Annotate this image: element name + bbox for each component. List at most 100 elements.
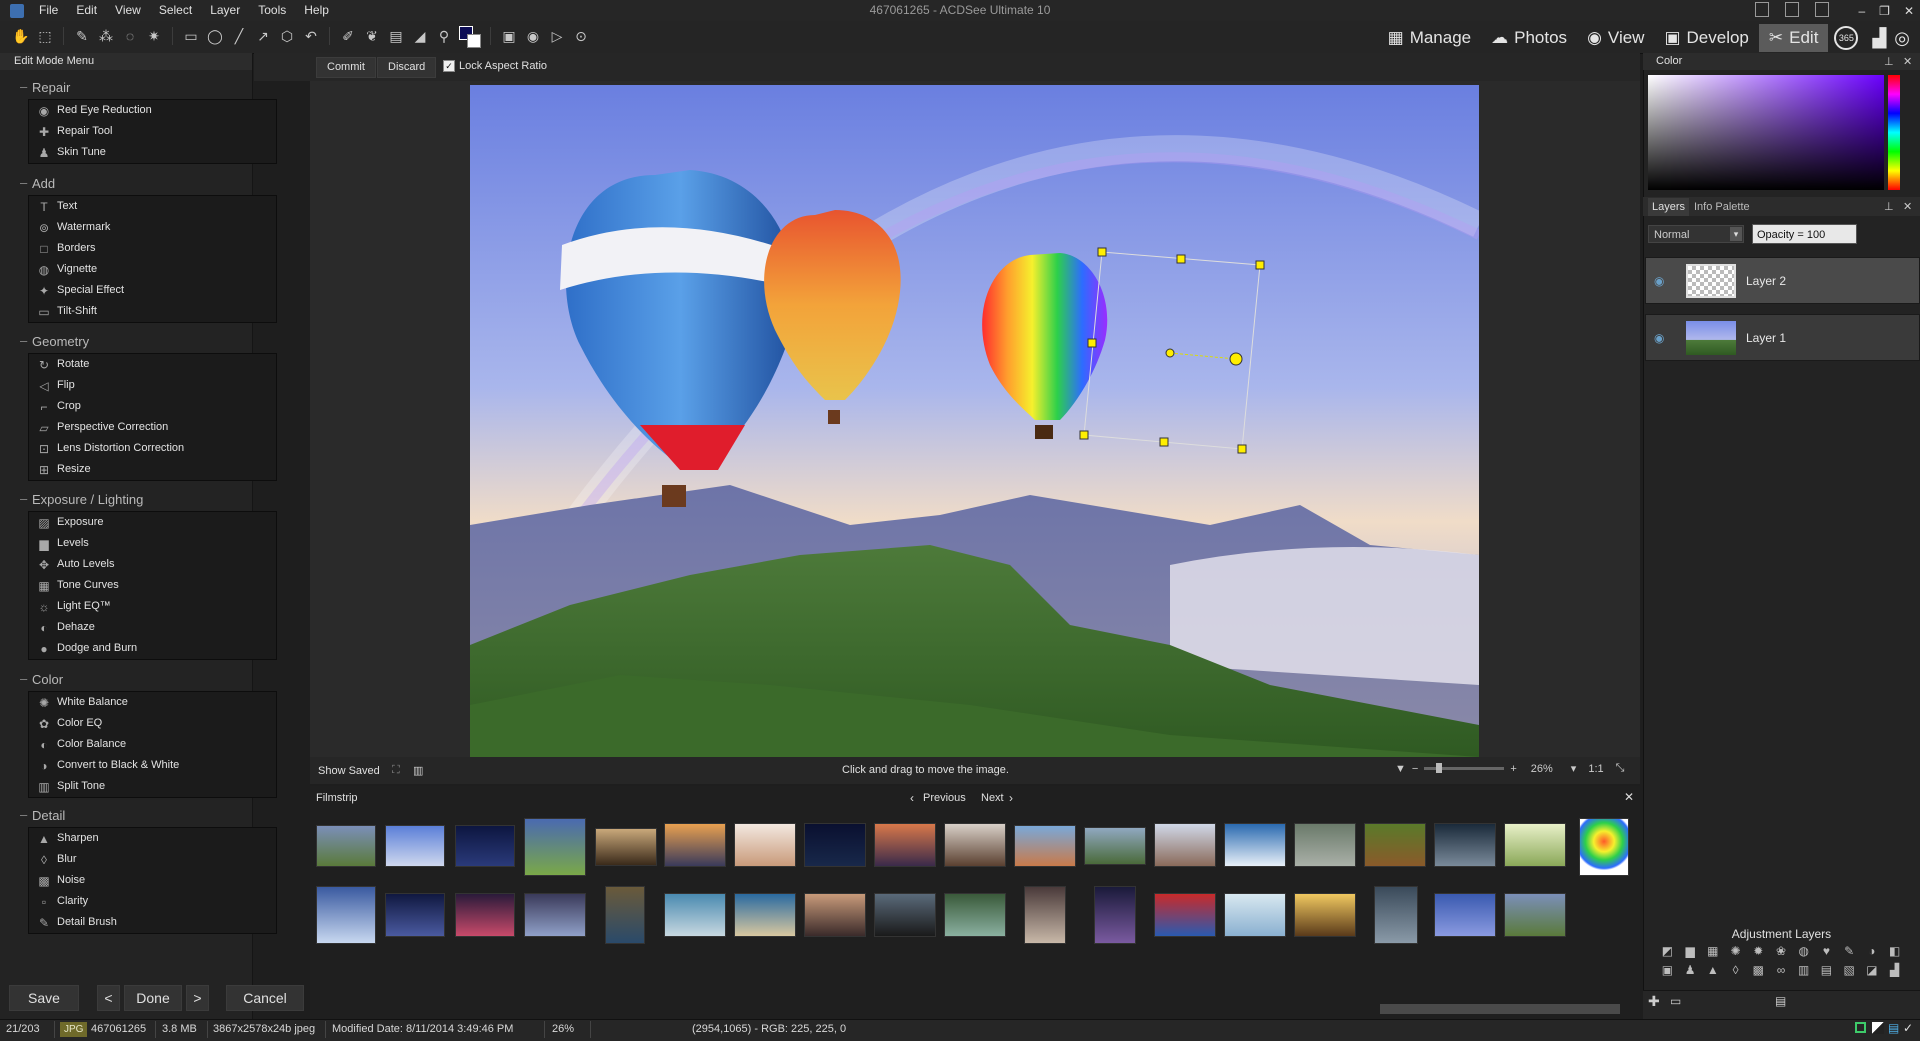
discard-button[interactable]: Discard	[377, 57, 437, 78]
collapse-icon[interactable]: –	[20, 807, 27, 822]
levels-icon[interactable]: ▆	[1679, 944, 1702, 958]
menu-item[interactable]: ✺ White Balance	[29, 692, 276, 713]
menu-item[interactable]: ◊ Blur	[29, 849, 276, 870]
menu-item[interactable]: ⌐ Crop	[29, 396, 276, 417]
menu-item[interactable]: ✦ Special Effect	[29, 280, 276, 301]
section-header[interactable]: – Repair	[20, 79, 70, 95]
sharpen-icon[interactable]: ▲	[1701, 963, 1724, 977]
filmstrip-thumbnail[interactable]	[804, 893, 866, 937]
color-picker-field[interactable]	[1648, 75, 1884, 190]
exposure-icon[interactable]: ◩	[1656, 944, 1679, 958]
zoom-slider[interactable]	[1424, 763, 1505, 773]
section-header[interactable]: – Add	[20, 175, 55, 191]
person-icon[interactable]: ♟	[1679, 963, 1702, 977]
layout-full-icon[interactable]	[1785, 2, 1799, 17]
filmstrip-thumbnail[interactable]	[874, 893, 936, 937]
filmstrip-thumbnail[interactable]	[944, 893, 1006, 937]
filmstrip-thumbnail[interactable]	[1094, 886, 1136, 944]
prev-tool-button[interactable]: <	[97, 985, 120, 1011]
menu-item[interactable]: ✿ Color EQ	[29, 713, 276, 734]
curves-icon[interactable]: ▦	[1701, 944, 1724, 958]
filmstrip-thumbnail[interactable]	[1364, 823, 1426, 867]
delete-layer-icon[interactable]: ▤	[1775, 994, 1786, 1008]
bw-icon[interactable]: ◑	[1861, 944, 1884, 958]
brush-icon[interactable]: ✎	[1838, 944, 1861, 958]
lasso-icon[interactable]: ◌	[121, 27, 139, 45]
mode-view[interactable]: ◉ View	[1577, 24, 1654, 52]
app-icon[interactable]	[10, 3, 24, 18]
pin-icon[interactable]: ⊥	[1884, 200, 1894, 213]
menu-item[interactable]: ⊡ Lens Distortion Correction	[29, 438, 276, 459]
filmstrip-thumbnail[interactable]	[1504, 893, 1566, 937]
filmstrip-thumbnail[interactable]	[385, 825, 445, 867]
clone-icon[interactable]: ❦	[363, 27, 381, 45]
layout-right-icon[interactable]	[1815, 2, 1829, 17]
filmstrip-thumbnail[interactable]	[734, 893, 796, 937]
eraser-icon[interactable]: ◢	[411, 27, 429, 45]
pin-icon[interactable]: ⊥	[1884, 55, 1894, 68]
collapse-icon[interactable]: –	[20, 671, 27, 686]
section-header[interactable]: – Geometry	[20, 333, 89, 349]
filmstrip-thumbnail[interactable]	[1224, 893, 1286, 937]
visibility-icon[interactable]: ◎	[1894, 28, 1910, 49]
eye-icon[interactable]: ◉	[1654, 331, 1668, 345]
lighteq-icon[interactable]: ✺	[1724, 944, 1747, 958]
histogram-icon[interactable]: ▥	[413, 764, 423, 777]
filmstrip-thumbnail[interactable]	[1374, 886, 1418, 944]
save-button[interactable]: Save	[9, 985, 79, 1011]
done-button[interactable]: Done	[124, 985, 182, 1011]
menu-edit[interactable]: Edit	[67, 0, 106, 21]
photo-icon[interactable]: ▧	[1838, 963, 1861, 977]
brush-select-icon[interactable]: ✎	[73, 27, 91, 45]
database-icon[interactable]: ▤	[1888, 1021, 1899, 1035]
tab-info-palette[interactable]: Info Palette	[1690, 198, 1754, 216]
magic-select-icon[interactable]: ⁂	[97, 27, 115, 45]
menu-item[interactable]: ✎ Detail Brush	[29, 912, 276, 933]
filmstrip-tab[interactable]: Filmstrip	[316, 792, 358, 804]
action-icon[interactable]: ⊙	[572, 27, 590, 45]
menu-item[interactable]: ▦ Tone Curves	[29, 575, 276, 596]
menu-item[interactable]: ▆ Levels	[29, 533, 276, 554]
filmstrip-thumbnail[interactable]	[1434, 893, 1496, 937]
collapse-icon[interactable]: –	[20, 491, 27, 506]
dashboard-icon[interactable]: ▟	[1872, 28, 1886, 49]
stop-icon[interactable]: ▣	[500, 27, 518, 45]
menu-item[interactable]: ▫ Clarity	[29, 891, 276, 912]
filmstrip-thumbnail[interactable]	[316, 886, 376, 944]
zoom-dropdown-icon[interactable]: ▾	[1571, 762, 1577, 775]
splittone-icon[interactable]: ◧	[1883, 944, 1906, 958]
menu-item[interactable]: ⊞ Resize	[29, 459, 276, 480]
hand-tool-icon[interactable]: ✋	[12, 27, 30, 45]
filmstrip-previous[interactable]: Previous	[923, 792, 966, 804]
eye-icon[interactable]: ◉	[1654, 274, 1668, 288]
noise-icon[interactable]: ▩	[1747, 963, 1770, 977]
tab-layers[interactable]: Layers	[1648, 198, 1690, 216]
menu-item[interactable]: ♟ Skin Tune	[29, 142, 276, 163]
filmstrip-thumbnail[interactable]	[664, 823, 726, 867]
color-swatch[interactable]	[459, 26, 481, 48]
tone-icon[interactable]: ◪	[1861, 963, 1884, 977]
colorbalance-icon[interactable]: ◍	[1792, 944, 1815, 958]
add-layer-icon[interactable]: ✚	[1648, 993, 1660, 1010]
filmstrip-thumbnail[interactable]	[1504, 823, 1566, 867]
section-header[interactable]: – Color	[20, 671, 63, 687]
layout-left-icon[interactable]	[1755, 2, 1769, 17]
menu-item[interactable]: ◍ Vignette	[29, 259, 276, 280]
mode-edit[interactable]: ✂ Edit	[1758, 24, 1829, 52]
filmstrip-close-icon[interactable]: ✕	[1624, 790, 1634, 804]
fit-icon[interactable]: ⤡	[1616, 762, 1625, 775]
gradient-icon[interactable]: ▤	[387, 27, 405, 45]
rect-select-icon[interactable]: ▭	[182, 27, 200, 45]
check-icon[interactable]: ✓	[1903, 1021, 1913, 1035]
layer-row-2[interactable]: ◉ Layer 2	[1645, 257, 1920, 304]
menu-item[interactable]: ☼ Light EQ™	[29, 596, 276, 617]
filmstrip-thumbnail[interactable]	[664, 893, 726, 937]
layer-mask-icon[interactable]: ▭	[1670, 994, 1681, 1008]
menu-item[interactable]: ◑ Convert to Black & White	[29, 755, 276, 776]
next-tool-button[interactable]: >	[186, 985, 209, 1011]
close-panel-icon[interactable]: ✕	[1903, 55, 1912, 68]
filmstrip-thumbnail[interactable]	[605, 886, 645, 944]
menu-help[interactable]: Help	[295, 0, 338, 21]
opacity-field[interactable]: Opacity = 100	[1752, 224, 1857, 244]
menu-item[interactable]: ✥ Auto Levels	[29, 554, 276, 575]
